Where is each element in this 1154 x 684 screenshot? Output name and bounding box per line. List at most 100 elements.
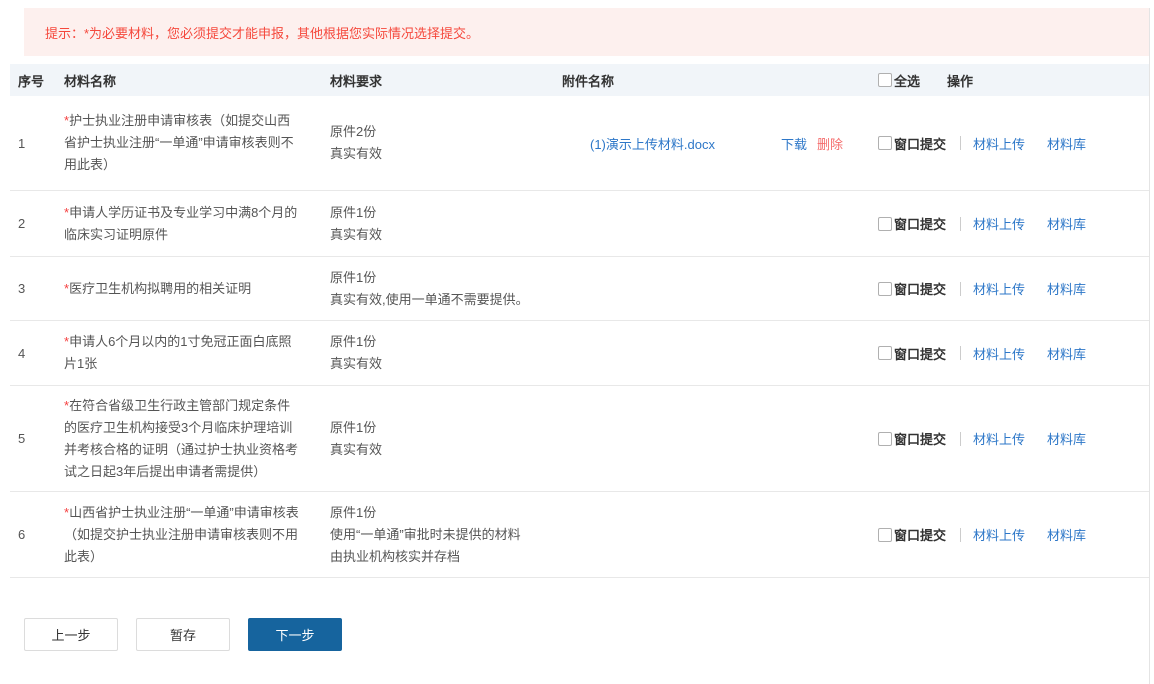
operations-cell: 窗口提交 材料上传 材料库 [875, 134, 1149, 153]
table-row: 3 *医疗卫生机构拟聘用的相关证明 原件1份 真实有效,使用一单通不需要提供。 … [10, 257, 1149, 321]
requirement-line: 真实有效 [330, 353, 562, 375]
table-row: 2 *申请人学历证书及专业学习中满8个月的临床实习证明原件 原件1份 真实有效 … [10, 191, 1149, 257]
header-index: 序号 [10, 71, 60, 90]
operation-header-label: 操作 [947, 71, 973, 90]
next-step-button[interactable]: 下一步 [248, 618, 342, 651]
download-link[interactable]: 下载 [781, 134, 807, 153]
notice-text: 提示：*为必要材料，您必须提交才能申报，其他根据您实际情况选择提交。 [45, 23, 479, 42]
operations-cell: 窗口提交 材料上传 材料库 [875, 525, 1149, 544]
previous-step-button[interactable]: 上一步 [24, 618, 118, 651]
vertical-divider [960, 528, 961, 542]
select-all-label[interactable]: 全选 [894, 71, 920, 90]
delete-link[interactable]: 删除 [817, 134, 843, 153]
material-requirement: 原件1份 真实有效 [330, 417, 562, 461]
material-upload-link[interactable]: 材料上传 [973, 344, 1025, 363]
vertical-divider [960, 217, 961, 231]
header-operations: 全选 操作 [875, 71, 1149, 90]
select-all-checkbox[interactable] [878, 73, 892, 87]
material-requirement: 原件2份 真实有效 [330, 121, 562, 165]
window-submit-checkbox[interactable] [878, 432, 892, 446]
header-material-name: 材料名称 [60, 71, 330, 90]
operations-cell: 窗口提交 材料上传 材料库 [875, 344, 1149, 363]
material-name: *在符合省级卫生行政主管部门规定条件的医疗卫生机构接受3个月临床护理培训并考核合… [60, 395, 330, 483]
vertical-divider [960, 432, 961, 446]
material-submission-page: 提示：*为必要材料，您必须提交才能申报，其他根据您实际情况选择提交。 序号 材料… [0, 8, 1154, 684]
material-name-text: 在符合省级卫生行政主管部门规定条件的医疗卫生机构接受3个月临床护理培训并考核合格… [64, 398, 298, 479]
requirement-line: 真实有效 [330, 439, 562, 461]
requirement-line: 原件1份 [330, 331, 562, 353]
window-submit-label[interactable]: 窗口提交 [894, 344, 946, 363]
material-upload-link[interactable]: 材料上传 [973, 214, 1025, 233]
requirement-line: 原件1份 [330, 502, 562, 524]
material-name-text: 申请人学历证书及专业学习中满8个月的临床实习证明原件 [64, 205, 297, 242]
window-submit-label[interactable]: 窗口提交 [894, 429, 946, 448]
row-index: 6 [10, 527, 60, 542]
material-library-link[interactable]: 材料库 [1047, 279, 1086, 298]
notice-bar: 提示：*为必要材料，您必须提交才能申报，其他根据您实际情况选择提交。 [24, 8, 1149, 56]
attachment-file-link[interactable]: (1)演示上传材料.docx [590, 134, 715, 153]
window-submit-checkbox[interactable] [878, 528, 892, 542]
table-row: 6 *山西省护士执业注册“一单通”申请审核表（如提交护士执业注册申请审核表则不用… [10, 492, 1149, 578]
requirement-line: 原件2份 [330, 121, 562, 143]
material-name: *申请人6个月以内的1寸免冠正面白底照片1张 [60, 331, 330, 375]
requirement-line: 真实有效 [330, 143, 562, 165]
operations-cell: 窗口提交 材料上传 材料库 [875, 214, 1149, 233]
material-requirement: 原件1份 真实有效 [330, 331, 562, 375]
save-draft-button[interactable]: 暂存 [136, 618, 230, 651]
material-library-link[interactable]: 材料库 [1047, 134, 1086, 153]
table-header-row: 序号 材料名称 材料要求 附件名称 全选 操作 [10, 64, 1149, 96]
table-row: 5 *在符合省级卫生行政主管部门规定条件的医疗卫生机构接受3个月临床护理培训并考… [10, 386, 1149, 492]
window-submit-checkbox[interactable] [878, 346, 892, 360]
requirement-line: 真实有效,使用一单通不需要提供。 [330, 289, 562, 311]
page-right-border [1149, 8, 1150, 684]
material-upload-link[interactable]: 材料上传 [973, 429, 1025, 448]
material-name-text: 护士执业注册申请审核表（如提交山西省护士执业注册“一单通”申请审核表则不用此表） [64, 113, 294, 172]
table-row: 4 *申请人6个月以内的1寸免冠正面白底照片1张 原件1份 真实有效 窗口提交 … [10, 321, 1149, 386]
attachment-actions: 下载 删除 [781, 134, 843, 153]
window-submit-label[interactable]: 窗口提交 [894, 279, 946, 298]
material-upload-link[interactable]: 材料上传 [973, 279, 1025, 298]
window-submit-label[interactable]: 窗口提交 [894, 525, 946, 544]
requirement-line: 原件1份 [330, 267, 562, 289]
requirement-line: 原件1份 [330, 202, 562, 224]
vertical-divider [960, 346, 961, 360]
material-library-link[interactable]: 材料库 [1047, 525, 1086, 544]
select-all-group: 全选 [875, 71, 920, 90]
material-library-link[interactable]: 材料库 [1047, 214, 1086, 233]
requirement-line: 原件1份 [330, 417, 562, 439]
attachment-cell: (1)演示上传材料.docx 下载 删除 [562, 134, 875, 153]
material-name-text: 申请人6个月以内的1寸免冠正面白底照片1张 [64, 334, 292, 371]
window-submit-checkbox[interactable] [878, 136, 892, 150]
window-submit-checkbox[interactable] [878, 282, 892, 296]
materials-table: 序号 材料名称 材料要求 附件名称 全选 操作 1 *护士执业注册申请审核表（如… [10, 64, 1149, 578]
material-requirement: 原件1份 使用“一单通”审批时未提供的材料 由执业机构核实并存档 [330, 502, 562, 568]
material-name-text: 山西省护士执业注册“一单通”申请审核表（如提交护士执业注册申请审核表则不用此表） [64, 505, 299, 564]
vertical-divider [960, 282, 961, 296]
operations-cell: 窗口提交 材料上传 材料库 [875, 429, 1149, 448]
requirement-line: 真实有效 [330, 224, 562, 246]
requirement-line: 使用“一单通”审批时未提供的材料 [330, 524, 562, 546]
row-index: 5 [10, 431, 60, 446]
table-row: 1 *护士执业注册申请审核表（如提交山西省护士执业注册“一单通”申请审核表则不用… [10, 96, 1149, 191]
window-submit-label[interactable]: 窗口提交 [894, 134, 946, 153]
material-requirement: 原件1份 真实有效,使用一单通不需要提供。 [330, 267, 562, 311]
material-upload-link[interactable]: 材料上传 [973, 134, 1025, 153]
material-upload-link[interactable]: 材料上传 [973, 525, 1025, 544]
window-submit-checkbox[interactable] [878, 217, 892, 231]
header-material-requirement: 材料要求 [330, 71, 562, 90]
material-name: *山西省护士执业注册“一单通”申请审核表（如提交护士执业注册申请审核表则不用此表… [60, 502, 330, 568]
row-index: 4 [10, 346, 60, 361]
material-library-link[interactable]: 材料库 [1047, 429, 1086, 448]
footer-actions: 上一步 暂存 下一步 [24, 618, 342, 651]
material-name: *医疗卫生机构拟聘用的相关证明 [60, 278, 330, 300]
window-submit-label[interactable]: 窗口提交 [894, 214, 946, 233]
vertical-divider [960, 136, 961, 150]
material-name: *护士执业注册申请审核表（如提交山西省护士执业注册“一单通”申请审核表则不用此表… [60, 110, 330, 176]
header-attachment-name: 附件名称 [562, 71, 875, 90]
row-index: 1 [10, 136, 60, 151]
material-name: *申请人学历证书及专业学习中满8个月的临床实习证明原件 [60, 202, 330, 246]
material-requirement: 原件1份 真实有效 [330, 202, 562, 246]
material-library-link[interactable]: 材料库 [1047, 344, 1086, 363]
material-name-text: 医疗卫生机构拟聘用的相关证明 [69, 281, 251, 296]
operations-cell: 窗口提交 材料上传 材料库 [875, 279, 1149, 298]
